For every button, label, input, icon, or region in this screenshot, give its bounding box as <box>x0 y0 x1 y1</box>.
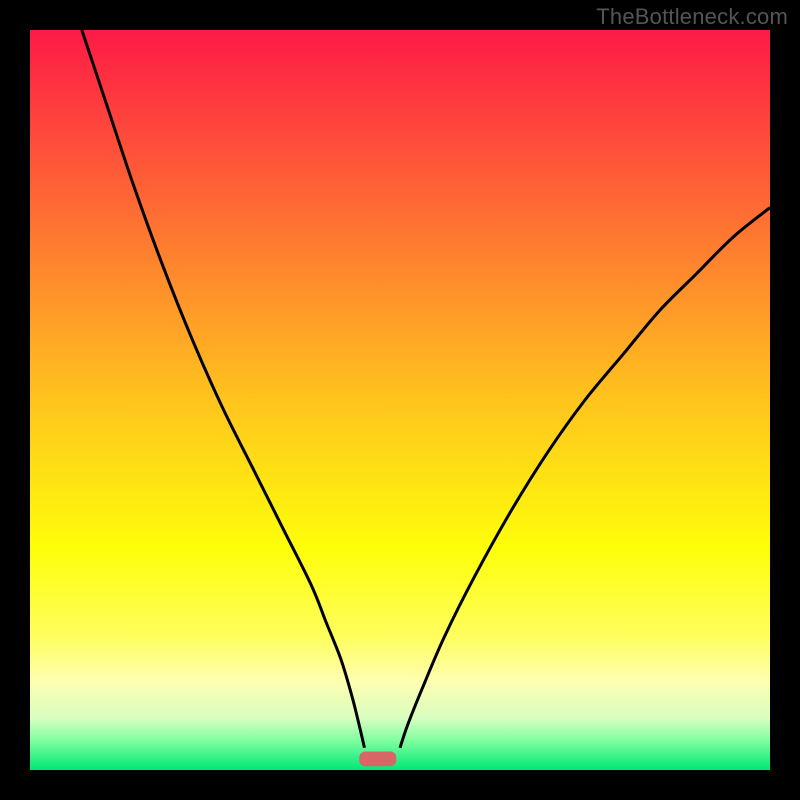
chart-container: TheBottleneck.com <box>0 0 800 800</box>
watermark-text: TheBottleneck.com <box>596 4 788 30</box>
chart-svg <box>30 30 770 770</box>
optimal-marker <box>359 752 396 767</box>
gradient-background <box>30 30 770 770</box>
plot-area <box>30 30 770 770</box>
